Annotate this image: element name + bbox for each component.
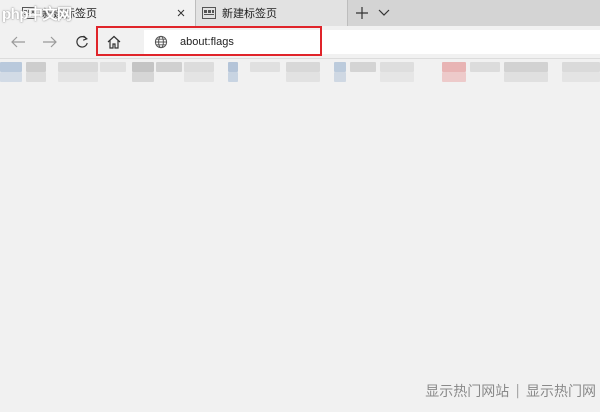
favorite-item[interactable] <box>380 72 414 82</box>
favorite-item[interactable] <box>100 62 126 72</box>
favorite-item[interactable] <box>58 62 98 72</box>
favorite-item[interactable] <box>184 62 214 72</box>
favorite-item[interactable] <box>0 62 22 72</box>
favorite-item[interactable] <box>504 72 548 82</box>
favorite-item[interactable] <box>286 72 320 82</box>
chevron-down-icon <box>378 9 390 16</box>
php-watermark-logo: php中文网 <box>2 5 72 23</box>
refresh-button[interactable] <box>68 30 96 54</box>
tab-title: 新建标签页 <box>222 8 277 20</box>
new-tab-button[interactable] <box>350 0 374 26</box>
footer-separator: | <box>515 383 520 399</box>
favorite-item[interactable] <box>58 72 98 82</box>
favorite-item[interactable] <box>442 62 466 72</box>
close-icon[interactable] <box>173 5 189 21</box>
favorite-item[interactable] <box>286 62 320 72</box>
arrow-left-icon <box>11 36 25 48</box>
favorite-item[interactable] <box>350 62 376 72</box>
favorite-item[interactable] <box>380 62 414 72</box>
home-icon <box>107 35 121 49</box>
globe-icon <box>154 35 168 49</box>
favorite-item[interactable] <box>250 62 280 72</box>
tab-list-button[interactable] <box>372 0 396 26</box>
favorite-item[interactable] <box>442 72 466 82</box>
favorite-item[interactable] <box>132 62 154 72</box>
arrow-right-icon <box>43 36 57 48</box>
footer: 显示热门网站 | 显示热门网 <box>425 380 596 402</box>
favorite-item[interactable] <box>156 62 182 72</box>
address-bar[interactable] <box>144 30 600 54</box>
favorite-item[interactable] <box>504 62 548 72</box>
favorite-item[interactable] <box>132 72 154 82</box>
forward-button[interactable] <box>36 30 64 54</box>
favorite-item[interactable] <box>562 72 600 82</box>
favorite-item[interactable] <box>228 62 238 72</box>
new-tab-page-icon <box>202 7 216 19</box>
favorite-item[interactable] <box>184 72 214 82</box>
favorite-item[interactable] <box>0 72 22 82</box>
favorite-item[interactable] <box>334 72 346 82</box>
tab-new-tab[interactable]: 新建标签页 <box>196 0 348 26</box>
refresh-icon <box>76 35 88 48</box>
back-button[interactable] <box>4 30 32 54</box>
favorite-item[interactable] <box>228 72 238 82</box>
home-button[interactable] <box>100 30 128 54</box>
plus-icon <box>356 7 368 19</box>
tab-strip: 新建标签页 php中文网 新建标签页 <box>0 0 600 26</box>
favorite-item[interactable] <box>26 72 46 82</box>
favorite-item[interactable] <box>470 62 500 72</box>
favorites-bar <box>0 59 600 83</box>
favorite-item[interactable] <box>562 62 600 72</box>
address-input[interactable] <box>180 36 560 48</box>
show-top-sites-link[interactable]: 显示热门网站 <box>425 381 509 401</box>
favorite-item[interactable] <box>334 62 346 72</box>
show-top-sites-link-2[interactable]: 显示热门网 <box>526 381 596 401</box>
favorite-item[interactable] <box>26 62 46 72</box>
